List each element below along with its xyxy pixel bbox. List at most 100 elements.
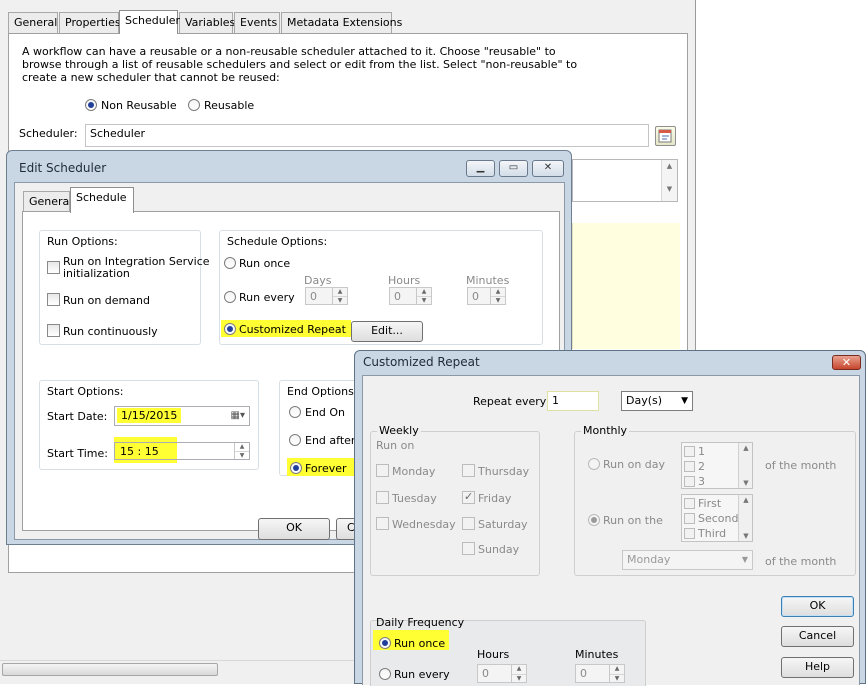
start-date-field[interactable]: 1/15/2015 ▦▾ xyxy=(114,406,250,426)
edit-ok-button[interactable]: OK xyxy=(258,518,330,540)
end-after-radio[interactable] xyxy=(289,434,301,446)
day-3-label: 3 xyxy=(698,475,705,488)
daily-minutes-stepper[interactable]: 0 ▲ ▼ xyxy=(575,664,625,683)
minutes-value: 0 xyxy=(472,290,479,303)
daily-hours-label: Hours xyxy=(477,648,510,661)
customized-repeat-radio[interactable] xyxy=(224,323,236,335)
start-time-stepper[interactable]: 15 : 15 ▲ ▼ xyxy=(114,442,250,460)
tuesday-label: Tuesday xyxy=(392,492,437,505)
friday-label: Friday xyxy=(478,492,512,505)
end-options-title: End Options: xyxy=(285,385,360,398)
run-on-integration-checkbox[interactable] xyxy=(47,261,60,274)
scheduler-label: Scheduler: xyxy=(19,127,78,140)
third-checkbox[interactable] xyxy=(684,528,695,539)
customized-repeat-dialog: Customized Repeat ✕ Repeat every 1 Day(s… xyxy=(354,350,866,686)
tab-events[interactable]: Events xyxy=(234,12,280,33)
thursday-checkbox[interactable] xyxy=(462,464,475,477)
run-on-demand-checkbox[interactable] xyxy=(47,293,60,306)
description-line-2: browse through a list of reusable schedu… xyxy=(22,58,578,71)
cust-help-button[interactable]: Help xyxy=(781,657,854,678)
day-3-checkbox[interactable] xyxy=(684,476,695,487)
edit-repeat-button[interactable]: Edit... xyxy=(351,321,423,342)
monthly-title: Monthly xyxy=(581,424,630,437)
minutes-stepper[interactable]: 0 ▲ ▼ xyxy=(467,287,506,305)
run-once-radio[interactable] xyxy=(224,257,236,269)
cust-cancel-button[interactable]: Cancel xyxy=(781,626,854,647)
close-button[interactable]: ✕ xyxy=(532,160,564,177)
monday-checkbox[interactable] xyxy=(376,464,389,477)
tuesday-checkbox[interactable] xyxy=(376,491,389,504)
daily-run-every-radio[interactable] xyxy=(379,668,391,680)
run-options-title: Run Options: xyxy=(45,235,120,248)
run-on-the-radio[interactable] xyxy=(588,514,600,526)
cust-close-button[interactable]: ✕ xyxy=(832,355,861,370)
daily-run-once-radio[interactable] xyxy=(379,637,391,649)
close-icon: ✕ xyxy=(543,162,553,173)
hours-stepper[interactable]: 0 ▲ ▼ xyxy=(389,287,432,305)
run-on-demand-label: Run on demand xyxy=(63,294,150,307)
start-date-label: Start Date: xyxy=(47,410,108,423)
scheduler-name-field[interactable]: Scheduler xyxy=(85,124,649,147)
day-1-checkbox[interactable] xyxy=(684,446,695,457)
run-every-radio[interactable] xyxy=(224,291,236,303)
tab-metadata-extensions[interactable]: Metadata Extensions xyxy=(281,12,402,33)
day-of-month-list[interactable]: 1 2 3 ▲ ▼ xyxy=(681,442,753,489)
edit-tab-schedule[interactable]: Schedule xyxy=(70,187,134,213)
edit-tab-general[interactable]: General xyxy=(23,191,72,212)
non-reusable-radio[interactable] xyxy=(85,99,97,111)
description-line-3: create a new scheduler that cannot be re… xyxy=(22,71,280,84)
reusable-radio[interactable] xyxy=(188,99,200,111)
end-after-label: End after xyxy=(305,434,356,447)
run-on-the-label: Run on the xyxy=(603,514,663,527)
minimize-button[interactable]: ▁ xyxy=(466,160,495,177)
forever-radio[interactable] xyxy=(290,462,302,474)
forever-label: Forever xyxy=(305,462,347,475)
run-on-day-radio[interactable] xyxy=(588,458,600,470)
first-checkbox[interactable] xyxy=(684,498,695,509)
horizontal-scrollbar[interactable] xyxy=(0,660,354,678)
tab-general[interactable]: General xyxy=(8,12,58,33)
run-continuously-checkbox[interactable] xyxy=(47,324,60,337)
non-reusable-label: Non Reusable xyxy=(101,99,177,112)
repeat-unit-value: Day(s) xyxy=(626,394,663,407)
friday-checkbox[interactable] xyxy=(462,490,475,504)
wednesday-label: Wednesday xyxy=(392,518,456,531)
first-label: First xyxy=(698,497,722,510)
run-every-label: Run every xyxy=(239,291,295,304)
day-2-checkbox[interactable] xyxy=(684,461,695,472)
start-time-label: Start Time: xyxy=(47,447,108,460)
days-stepper[interactable]: 0 ▲ ▼ xyxy=(305,287,348,305)
sunday-checkbox[interactable] xyxy=(462,542,475,555)
daily-minutes-label: Minutes xyxy=(575,648,619,661)
description-scrollbar[interactable]: ▲ ▼ xyxy=(661,160,677,201)
minutes-label: Minutes xyxy=(466,274,510,287)
run-on-integration-label-2: initialization xyxy=(63,267,130,280)
maximize-button[interactable]: ▭ xyxy=(499,160,528,177)
calendar-dropdown-icon[interactable]: ▦▾ xyxy=(231,409,245,423)
daily-hours-stepper[interactable]: 0 ▲ ▼ xyxy=(477,664,527,683)
week-ordinal-list[interactable]: First Second Third ▲ ▼ xyxy=(681,494,753,542)
edit-scheduler-icon[interactable] xyxy=(655,126,676,146)
daily-frequency-title: Daily Frequency xyxy=(376,616,465,629)
tab-properties[interactable]: Properties xyxy=(59,12,121,33)
scrollbar-thumb[interactable] xyxy=(2,663,218,676)
repeat-every-input[interactable]: 1 xyxy=(547,391,599,411)
weekly-title: Weekly xyxy=(377,424,421,437)
saturday-checkbox[interactable] xyxy=(462,517,475,530)
cust-ok-button[interactable]: OK xyxy=(781,596,854,617)
of-the-month-label-1: of the month xyxy=(765,459,837,472)
repeat-unit-select[interactable]: Day(s) ▼ xyxy=(621,391,693,411)
day-2-label: 2 xyxy=(698,460,705,473)
weekday-select[interactable]: Monday ▼ xyxy=(622,550,753,570)
daily-minutes-value: 0 xyxy=(580,667,587,680)
customized-repeat-title: Customized Repeat xyxy=(363,355,480,369)
tab-variables[interactable]: Variables xyxy=(179,12,235,33)
days-value: 0 xyxy=(310,290,317,303)
customized-repeat-label: Customized Repeat xyxy=(239,323,346,336)
tab-scheduler[interactable]: Scheduler xyxy=(119,10,180,34)
second-checkbox[interactable] xyxy=(684,513,695,524)
schedule-options-title: Schedule Options: xyxy=(225,235,330,248)
end-on-radio[interactable] xyxy=(289,406,301,418)
second-label: Second xyxy=(698,512,739,525)
wednesday-checkbox[interactable] xyxy=(376,517,389,530)
